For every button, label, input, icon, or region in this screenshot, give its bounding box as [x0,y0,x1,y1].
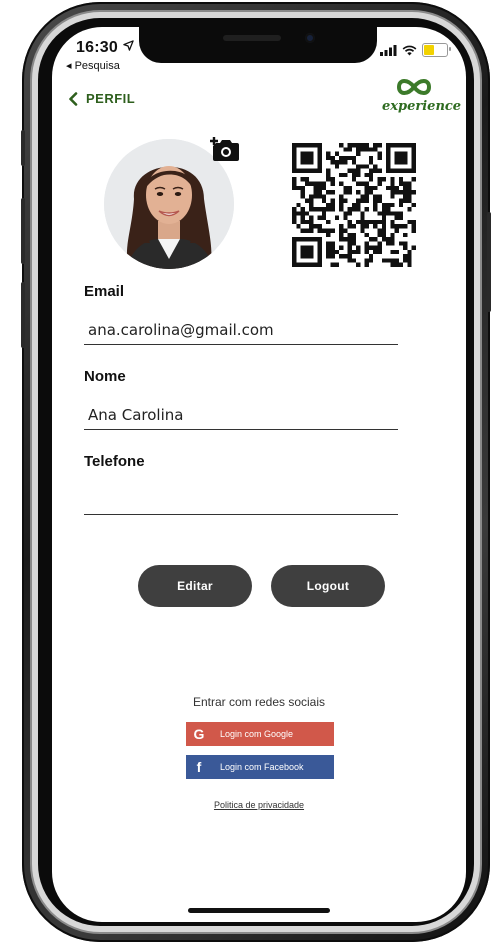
google-login-label: Login com Google [220,729,294,739]
avatar-container [104,137,239,269]
logout-button[interactable]: Logout [271,565,385,607]
signal-icon [380,44,397,56]
email-label: Email [84,283,125,300]
volume-up-button [21,198,25,264]
status-back-app[interactable]: ◂ Pesquisa [66,59,120,72]
phone-label: Telefone [84,453,145,470]
logo-text: experience [382,99,462,114]
name-field[interactable] [84,400,398,430]
privacy-policy-link[interactable]: Politica de privacidade [52,800,466,810]
name-label: Nome [84,368,126,385]
status-icons [380,43,451,57]
camera-icon [210,137,239,161]
qr-code [292,143,416,267]
google-login-button[interactable]: G Login com Google [186,722,334,746]
email-field[interactable] [84,315,398,345]
home-indicator[interactable] [188,908,330,913]
google-icon: G [193,726,205,742]
speaker-grill [223,35,281,41]
infinity-logo-icon [396,79,432,95]
header-title: PERFIL [86,91,136,106]
front-camera [305,33,315,43]
facebook-icon: f [196,759,202,775]
volume-down-button [21,282,25,348]
experience-logo: experience [382,77,462,117]
qr-code-image [292,143,416,267]
back-to-profile-button[interactable]: PERFIL [68,91,135,106]
phone-field[interactable] [84,485,398,515]
power-button [487,212,491,312]
phone-screen: 16:30 ◂ Pesquisa PERFIL experience Email… [52,27,466,922]
edit-button[interactable]: Editar [138,565,252,607]
facebook-login-label: Login com Facebook [220,762,304,772]
facebook-login-button[interactable]: f Login com Facebook [186,755,334,779]
notch [139,27,377,63]
change-photo-button[interactable] [210,137,240,163]
battery-icon [422,43,451,57]
location-arrow-icon [122,40,134,51]
status-time-text: 16:30 [76,39,118,56]
chevron-left-icon [69,91,78,106]
silent-switch [21,130,25,166]
wifi-icon [402,45,417,55]
status-time: 16:30 [76,39,134,57]
battery-tip [449,47,451,51]
social-login-title: Entrar com redes sociais [192,695,326,709]
battery-level [424,45,434,55]
